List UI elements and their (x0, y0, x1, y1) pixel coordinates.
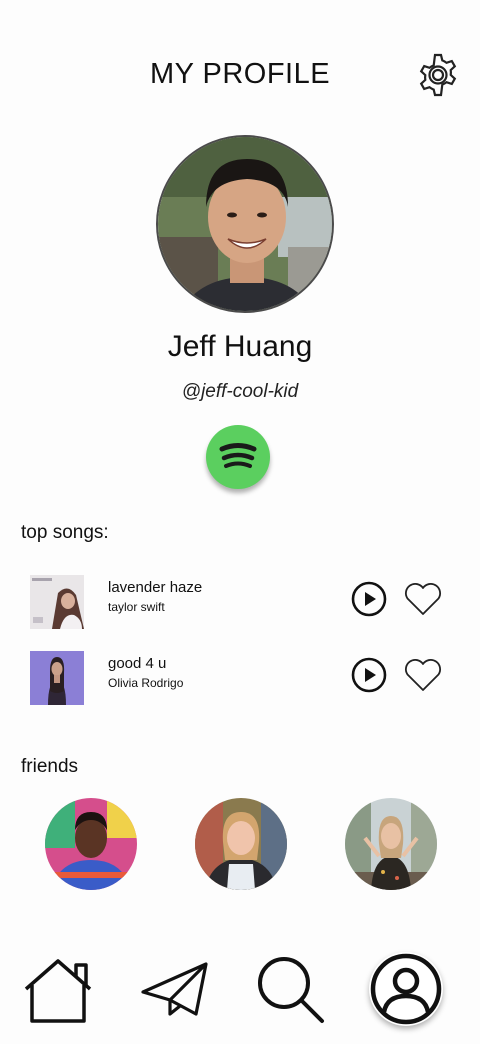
nav-home[interactable] (22, 957, 94, 1030)
friend-avatar[interactable] (45, 798, 137, 890)
song-title: good 4 u (108, 655, 167, 672)
album-cover (30, 651, 84, 705)
profile-avatar (156, 135, 334, 313)
profile-icon (370, 953, 442, 1025)
play-icon[interactable] (351, 581, 387, 617)
friends-title: friends (21, 756, 79, 777)
spotify-button[interactable] (206, 425, 270, 489)
friend-avatar[interactable] (195, 798, 287, 890)
home-icon (24, 959, 92, 1023)
album-cover (30, 575, 84, 629)
send-icon (141, 962, 208, 1016)
nav-profile[interactable] (369, 952, 443, 1026)
spotify-icon (219, 443, 257, 468)
song-artist: taylor swift (108, 600, 165, 614)
search-icon (258, 957, 324, 1023)
song-row: lavender haze taylor swift (0, 575, 480, 631)
heart-icon[interactable] (403, 657, 443, 693)
nav-send[interactable] (140, 960, 210, 1023)
heart-icon[interactable] (403, 581, 443, 617)
profile-name: Jeff Huang (167, 330, 313, 363)
play-icon[interactable] (351, 657, 387, 693)
friend-avatar[interactable] (345, 798, 437, 890)
settings-gear-icon[interactable] (415, 52, 461, 98)
song-artist: Olivia Rodrigo (108, 676, 184, 690)
top-songs-title: top songs: (21, 522, 109, 543)
page-title: MY PROFILE (149, 58, 331, 90)
profile-handle: @jeff-cool-kid (181, 381, 299, 402)
song-row: good 4 u Olivia Rodrigo (0, 651, 480, 707)
nav-search[interactable] (256, 955, 326, 1030)
song-title: lavender haze (108, 579, 203, 596)
